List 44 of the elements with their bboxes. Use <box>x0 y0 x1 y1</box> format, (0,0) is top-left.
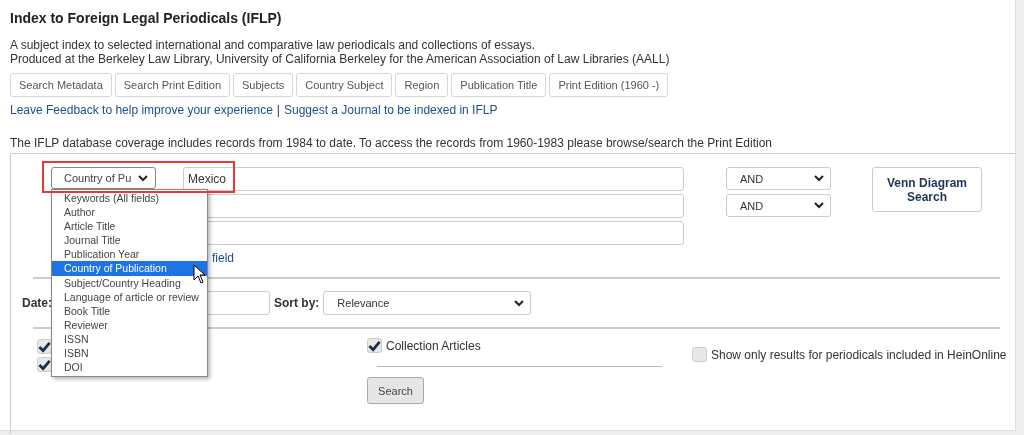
operator-select[interactable]: AND <box>726 194 831 217</box>
dropdown-option[interactable]: Book Title <box>52 303 207 318</box>
text-link[interactable]: Suggest a Journal to be indexed in IFLP <box>283 103 498 117</box>
chevron-down-icon <box>814 202 824 209</box>
nav-tab[interactable]: Country Subject <box>296 73 393 97</box>
nav-tab[interactable]: Publication Title <box>451 73 547 97</box>
dropdown-option[interactable]: Article Title <box>52 219 207 234</box>
nav-tab[interactable]: Search Metadata <box>10 73 112 97</box>
checkbox-label: Collection Articles <box>386 338 481 353</box>
add-field-link[interactable]: field <box>212 251 234 265</box>
chevron-down-icon <box>514 299 525 307</box>
search-field[interactable]: Mexico <box>183 167 684 191</box>
coverage-text: The IFLP database coverage includes records from 1984 to date. To access the records from 1960-1983 please browse/search the Print Edition <box>10 135 773 151</box>
checkbox-label: Show only results for periodicals included in HeinOnline <box>711 347 1007 362</box>
page-title: Index to Foreign Legal Periodicals (IFLP) <box>10 10 283 26</box>
operator-select[interactable]: AND <box>726 167 831 190</box>
dropdown-option[interactable]: Language of article or review <box>52 289 207 304</box>
sort-label: Sort by: <box>274 296 320 310</box>
dropdown-option[interactable]: Author <box>52 205 207 220</box>
dropdown-option[interactable]: ISSN <box>52 331 207 347</box>
nav-tab[interactable]: Search Print Edition <box>114 73 230 97</box>
search-button[interactable]: Search <box>367 377 424 404</box>
chevron-down-icon <box>138 174 148 182</box>
text-link[interactable]: Leave Feedback to help improve your experience <box>10 103 273 117</box>
dropdown-option[interactable]: Keywords (All fields) <box>52 191 207 206</box>
description-text: Produced at the Berkeley Law Library, University of California Berkeley for the American Association of Law Libraries (AALL) <box>10 52 671 66</box>
dropdown-option[interactable]: Country of Publication <box>52 261 207 276</box>
chevron-down-icon <box>814 175 824 182</box>
description-text: A subject index to selected international and comparative law periodicals and collections of essays. <box>10 38 536 52</box>
venn-diagram-search-button[interactable]: Venn Diagram Search <box>872 167 982 212</box>
date-label: Date: <box>22 296 52 310</box>
checkbox[interactable] <box>367 338 382 353</box>
nav-tab[interactable]: Region <box>395 73 449 97</box>
dropdown-option[interactable]: Publication Year <box>52 247 207 262</box>
dropdown-option[interactable]: DOI <box>52 360 207 375</box>
dropdown-option[interactable]: Journal Title <box>52 233 207 248</box>
nav-tab[interactable]: Subjects <box>233 73 294 97</box>
checkbox[interactable] <box>692 347 707 362</box>
link-separator: | <box>276 103 280 117</box>
dropdown-option[interactable]: Reviewer <box>52 317 207 332</box>
field-select[interactable]: Country of Pu <box>51 167 156 189</box>
sort-select[interactable]: Relevance <box>323 291 532 315</box>
nav-tab[interactable]: Print Edition (1960 -) <box>549 73 669 97</box>
dropdown-option[interactable]: ISBN <box>52 346 207 361</box>
